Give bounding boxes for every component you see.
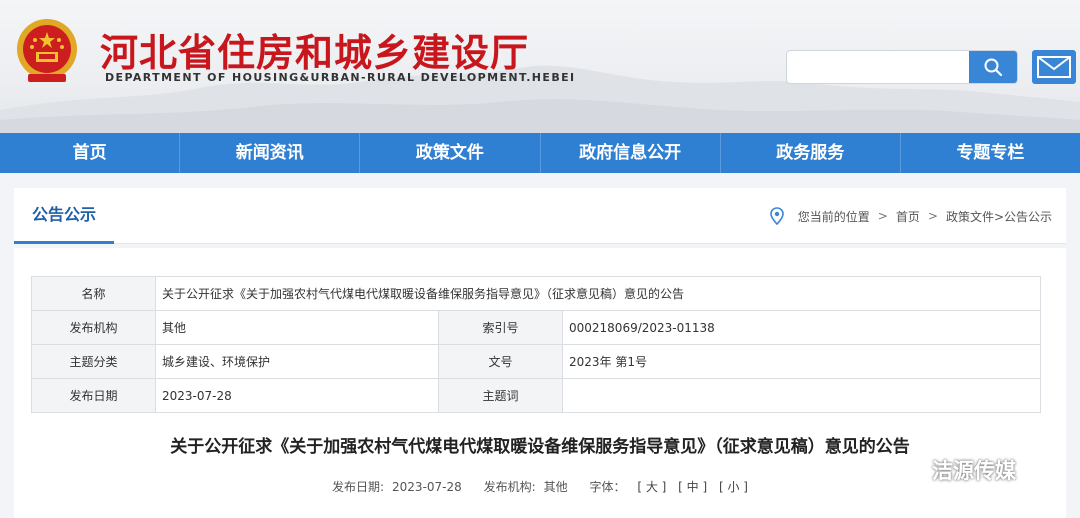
- document-meta-table: 名称 关于公开征求《关于加强农村气代煤电代煤取暖设备维保服务指导意见》（征求意见…: [31, 276, 1041, 413]
- watermark: 洁源传媒: [890, 452, 1016, 488]
- doc-date-label: 发布日期:: [331, 480, 385, 494]
- search-input[interactable]: [787, 51, 969, 83]
- fontsize-small-button[interactable]: [ 小 ]: [719, 480, 748, 494]
- meta-value-date: 2023-07-28: [155, 378, 439, 413]
- fontsize-large-button[interactable]: [ 大 ]: [637, 480, 666, 494]
- doc-date-value: 2023-07-28: [392, 480, 462, 494]
- meta-label-docno: 文号: [438, 344, 563, 379]
- table-row: 发布机构 其他 索引号 000218069/2023-01138: [31, 310, 1041, 345]
- meta-value-category: 城乡建设、环境保护: [155, 344, 439, 379]
- meta-value-publisher: 其他: [155, 310, 439, 345]
- fontsize-medium-button[interactable]: [ 中 ]: [678, 480, 707, 494]
- nav-item-policy[interactable]: 政策文件: [360, 133, 541, 173]
- breadcrumb-separator: >: [877, 209, 888, 223]
- meta-value-docno: 2023年 第1号: [562, 344, 1041, 379]
- meta-label-category: 主题分类: [31, 344, 156, 379]
- meta-value-keywords: [562, 378, 1041, 413]
- nav-item-news[interactable]: 新闻资讯: [180, 133, 361, 173]
- nav-item-topics[interactable]: 专题专栏: [901, 133, 1080, 173]
- national-emblem-icon: [17, 19, 77, 82]
- meta-label-publisher: 发布机构: [31, 310, 156, 345]
- meta-value-name: 关于公开征求《关于加强农村气代煤电代煤取暖设备维保服务指导意见》（征求意见稿）意…: [155, 276, 1041, 311]
- meta-label-keywords: 主题词: [438, 378, 563, 413]
- table-row: 主题分类 城乡建设、环境保护 文号 2023年 第1号: [31, 344, 1041, 379]
- mail-button[interactable]: [1032, 50, 1076, 84]
- table-row: 名称 关于公开征求《关于加强农村气代煤电代煤取暖设备维保服务指导意见》（征求意见…: [31, 276, 1041, 311]
- breadcrumb-home[interactable]: 首页: [896, 208, 920, 225]
- watermark-text: 洁源传媒: [932, 459, 1016, 483]
- meta-value-index: 000218069/2023-01138: [562, 310, 1041, 345]
- nav-item-services[interactable]: 政务服务: [721, 133, 901, 173]
- site-header: 河北省住房和城乡建设厅 DEPARTMENT OF HOUSING&URBAN-…: [0, 0, 1080, 133]
- nav-item-home[interactable]: 首页: [0, 133, 181, 173]
- breadcrumb-current[interactable]: 政策文件>公告公示: [946, 208, 1052, 225]
- section-bar: 公告公示 您当前的位置 > 首页 > 政策文件>公告公示: [14, 188, 1066, 244]
- doc-publisher-label: 发布机构:: [483, 480, 536, 494]
- meta-label-name: 名称: [31, 276, 156, 311]
- search-box: [786, 50, 1018, 84]
- table-row: 发布日期 2023-07-28 主题词: [31, 378, 1041, 413]
- main-nav: 首页 新闻资讯 政策文件 政府信息公开 政务服务 专题专栏: [0, 133, 1080, 173]
- meta-label-date: 发布日期: [31, 378, 156, 413]
- wechat-icon: [890, 455, 926, 484]
- section-title: 公告公示: [14, 188, 114, 244]
- breadcrumb-separator: >: [927, 209, 938, 223]
- location-pin-icon: [769, 207, 784, 225]
- meta-label-index: 索引号: [438, 310, 563, 345]
- search-button[interactable]: [969, 51, 1017, 83]
- breadcrumb: 您当前的位置 > 首页 > 政策文件>公告公示: [769, 188, 1052, 244]
- mail-icon: [1037, 56, 1071, 78]
- search-icon: [984, 58, 1003, 77]
- nav-item-gov-info[interactable]: 政府信息公开: [541, 133, 721, 173]
- doc-publisher-value: 其他: [543, 480, 568, 494]
- fontsize-label: 字体：: [589, 480, 626, 494]
- site-title: 河北省住房和城乡建设厅: [100, 30, 530, 75]
- breadcrumb-prefix: 您当前的位置: [797, 209, 870, 224]
- site-subtitle: DEPARTMENT OF HOUSING&URBAN-RURAL DEVELO…: [105, 71, 576, 84]
